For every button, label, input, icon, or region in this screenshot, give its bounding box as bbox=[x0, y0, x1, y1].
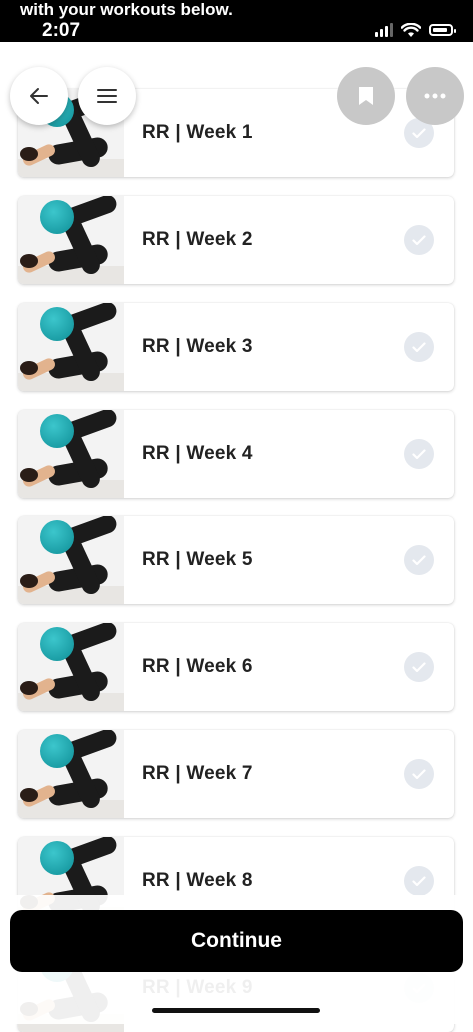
workout-thumbnail bbox=[18, 303, 124, 391]
checkmark-icon bbox=[412, 448, 426, 459]
checkmark-icon bbox=[412, 234, 426, 245]
workout-title: RR | Week 3 bbox=[142, 336, 253, 357]
status-bar: with your workouts below. 2:07 bbox=[0, 0, 473, 42]
arrow-left-icon bbox=[30, 88, 48, 104]
completion-check-button[interactable] bbox=[404, 225, 434, 255]
hamburger-menu-icon bbox=[97, 89, 117, 103]
workout-title: RR | Week 2 bbox=[142, 229, 253, 250]
status-time: 2:07 bbox=[42, 20, 81, 41]
checkmark-icon bbox=[412, 875, 426, 886]
wifi-icon bbox=[401, 22, 421, 37]
completion-check-button[interactable] bbox=[404, 652, 434, 682]
checkmark-icon bbox=[412, 127, 426, 138]
workout-thumbnail bbox=[18, 623, 124, 711]
workout-thumbnail bbox=[18, 730, 124, 818]
workout-title: RR | Week 4 bbox=[142, 443, 253, 464]
workout-list-item[interactable]: RR | Week 3 bbox=[18, 303, 454, 391]
continue-button[interactable]: Continue bbox=[10, 910, 463, 972]
completion-check-button[interactable] bbox=[404, 332, 434, 362]
workout-title: RR | Week 6 bbox=[142, 656, 253, 677]
completion-check-button[interactable] bbox=[404, 439, 434, 469]
checkmark-icon bbox=[412, 554, 426, 565]
bookmark-button[interactable] bbox=[337, 67, 395, 125]
back-button[interactable] bbox=[10, 67, 68, 125]
status-icons bbox=[375, 22, 456, 38]
workout-list-item[interactable]: RR | Week 2 bbox=[18, 196, 454, 284]
bookmark-icon bbox=[359, 87, 373, 105]
workout-thumbnail bbox=[18, 516, 124, 604]
completion-check-button[interactable] bbox=[404, 866, 434, 896]
checkmark-icon bbox=[412, 661, 426, 672]
battery-icon bbox=[429, 24, 456, 36]
checkmark-icon bbox=[412, 341, 426, 352]
menu-button[interactable] bbox=[78, 67, 136, 125]
workout-title: RR | Week 1 bbox=[142, 122, 253, 143]
workout-list-item[interactable]: RR | Week 7 bbox=[18, 730, 454, 818]
signal-icon bbox=[375, 23, 393, 37]
workout-thumbnail bbox=[18, 410, 124, 498]
workout-list-item[interactable]: RR | Week 6 bbox=[18, 623, 454, 711]
completion-check-button[interactable] bbox=[404, 545, 434, 575]
completion-check-button[interactable] bbox=[404, 759, 434, 789]
checkmark-icon bbox=[412, 768, 426, 779]
status-banner-text: with your workouts below. bbox=[20, 0, 233, 19]
workout-title: RR | Week 5 bbox=[142, 549, 253, 570]
workout-list-item[interactable]: RR | Week 5 bbox=[18, 516, 454, 604]
ellipsis-icon bbox=[424, 93, 446, 99]
home-indicator[interactable] bbox=[152, 1008, 320, 1013]
workout-list-item[interactable]: RR | Week 4 bbox=[18, 410, 454, 498]
more-options-button[interactable] bbox=[406, 67, 464, 125]
workout-title: RR | Week 7 bbox=[142, 763, 253, 784]
workout-thumbnail bbox=[18, 196, 124, 284]
